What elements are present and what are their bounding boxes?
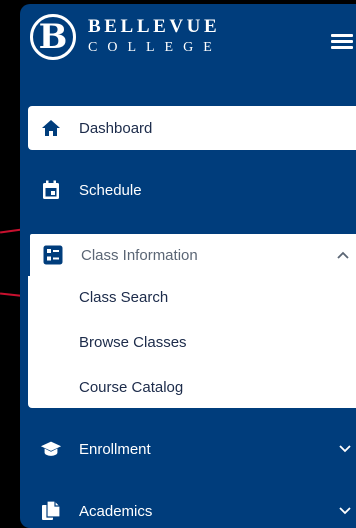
nav-item-label: Class Information xyxy=(81,246,198,264)
logo-word-college: COLLEGE xyxy=(88,40,222,55)
nav-item-class-information[interactable]: Class Information xyxy=(28,232,356,278)
list-icon xyxy=(42,244,64,266)
submenu-item-browse-classes[interactable]: Browse Classes xyxy=(79,334,187,351)
nav-item-schedule[interactable]: Schedule xyxy=(28,168,356,212)
graduation-cap-icon xyxy=(40,438,62,460)
sidebar: B BELLEVUE COLLEGE Dashboard Schedule Cl… xyxy=(20,4,356,528)
nav-item-label: Dashboard xyxy=(79,119,153,137)
nav-item-enrollment[interactable]: Enrollment xyxy=(28,427,356,471)
chevron-up-icon[interactable] xyxy=(336,248,350,262)
nav-item-label: Academics xyxy=(79,502,153,520)
logo-mark: B xyxy=(30,14,76,60)
nav-item-label: Enrollment xyxy=(79,440,151,458)
documents-icon xyxy=(40,500,62,522)
submenu-item-class-search[interactable]: Class Search xyxy=(79,289,168,306)
submenu-item-course-catalog[interactable]: Course Catalog xyxy=(79,379,183,396)
college-logo[interactable]: B BELLEVUE COLLEGE xyxy=(30,14,260,70)
annotation-line-top xyxy=(0,228,23,234)
hamburger-menu-icon[interactable] xyxy=(331,34,353,50)
chevron-down-icon[interactable] xyxy=(338,504,352,518)
class-information-submenu: Class Search Browse Classes Course Catal… xyxy=(28,276,356,408)
logo-word-bellevue: BELLEVUE xyxy=(88,16,221,37)
calendar-icon xyxy=(40,179,62,201)
home-icon xyxy=(40,117,62,139)
nav-item-academics[interactable]: Academics xyxy=(28,489,356,528)
chevron-down-icon[interactable] xyxy=(338,442,352,456)
nav-item-dashboard[interactable]: Dashboard xyxy=(28,106,356,150)
nav-item-label: Schedule xyxy=(79,181,142,199)
